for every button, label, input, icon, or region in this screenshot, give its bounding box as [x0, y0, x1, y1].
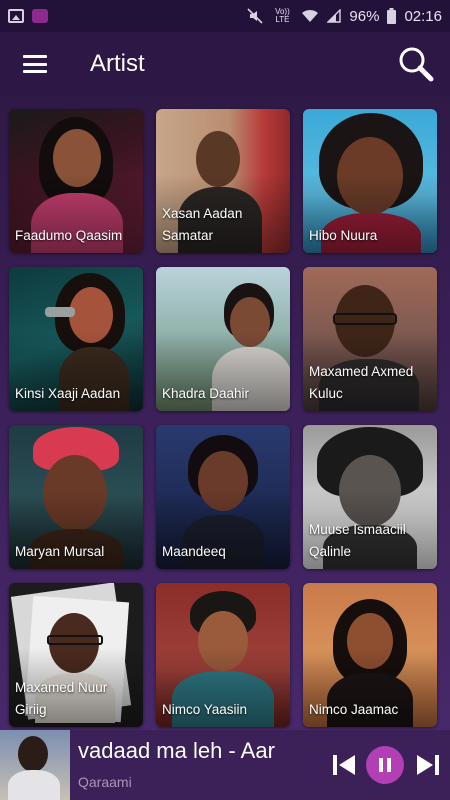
artist-name: Muuse Ismaaciil Qalinle: [309, 522, 406, 559]
artist-name: Xasan Aadan Samatar: [162, 206, 243, 243]
artist-card[interactable]: Maxamed Nuur Giriig: [9, 583, 143, 727]
now-playing-artwork[interactable]: [0, 730, 70, 800]
search-icon: [399, 47, 434, 82]
pause-button[interactable]: [366, 746, 404, 784]
artist-name: Maryan Mursal: [15, 544, 105, 559]
signal-icon: [327, 9, 342, 23]
now-playing-title: vadaad ma leh - Aar: [78, 738, 275, 763]
clock: 02:16: [404, 7, 442, 25]
search-button[interactable]: [396, 44, 436, 84]
artist-name: Kinsi Xaaji Aadan: [15, 386, 121, 401]
page-title: Artist: [90, 50, 145, 77]
artist-card[interactable]: Khadra Daahir: [156, 267, 290, 411]
artist-name: Khadra Daahir: [162, 386, 250, 401]
battery-icon: [387, 8, 397, 24]
artist-name: Faadumo Qaasim: [15, 228, 123, 243]
status-bar: Vo)) LTE 96% 02:16: [0, 0, 450, 32]
menu-button[interactable]: [0, 32, 70, 96]
artist-card[interactable]: Maxamed Axmed Kuluc: [303, 267, 437, 411]
artist-card[interactable]: Faadumo Qaasim: [9, 109, 143, 253]
artist-card[interactable]: Nimco Yaasiin: [156, 583, 290, 727]
previous-button[interactable]: [326, 747, 362, 783]
app-bar: Artist: [0, 32, 450, 96]
volte-icon: Vo)) LTE: [275, 7, 290, 24]
hamburger-menu-icon: [23, 55, 47, 73]
artist-card[interactable]: Muuse Ismaaciil Qalinle: [303, 425, 437, 569]
image-icon: [8, 9, 24, 23]
battery-percentage: 96%: [349, 7, 380, 25]
artist-card[interactable]: Maryan Mursal: [9, 425, 143, 569]
artist-card[interactable]: Kinsi Xaaji Aadan: [9, 267, 143, 411]
artist-name: Maxamed Nuur Giriig: [15, 680, 108, 717]
skip-previous-icon: [333, 755, 355, 775]
artist-name: Hibo Nuura: [309, 228, 378, 243]
wifi-icon: [302, 9, 319, 22]
artist-card[interactable]: Nimco Jaamac: [303, 583, 437, 727]
pause-icon: [379, 758, 391, 772]
artist-name: Maxamed Axmed Kuluc: [309, 364, 414, 401]
skip-next-icon: [417, 755, 439, 775]
now-playing-info[interactable]: vadaad ma leh - Aar Qaraami: [70, 730, 314, 800]
artist-card[interactable]: Xasan Aadan Samatar: [156, 109, 290, 253]
artist-card[interactable]: Maandeeq: [156, 425, 290, 569]
artist-card[interactable]: Hibo Nuura: [303, 109, 437, 253]
artist-name: Nimco Yaasiin: [162, 702, 248, 717]
mini-player[interactable]: vadaad ma leh - Aar Qaraami: [0, 730, 450, 800]
now-playing-artist: Qaraami: [78, 774, 132, 790]
next-button[interactable]: [410, 747, 446, 783]
artist-grid: Faadumo Qaasim Xasan Aadan Samatar Hibo …: [9, 109, 441, 727]
mute-icon: [247, 8, 263, 24]
app-notification-icon: [32, 9, 48, 23]
artist-name: Maandeeq: [162, 544, 226, 559]
artist-name: Nimco Jaamac: [309, 702, 399, 717]
